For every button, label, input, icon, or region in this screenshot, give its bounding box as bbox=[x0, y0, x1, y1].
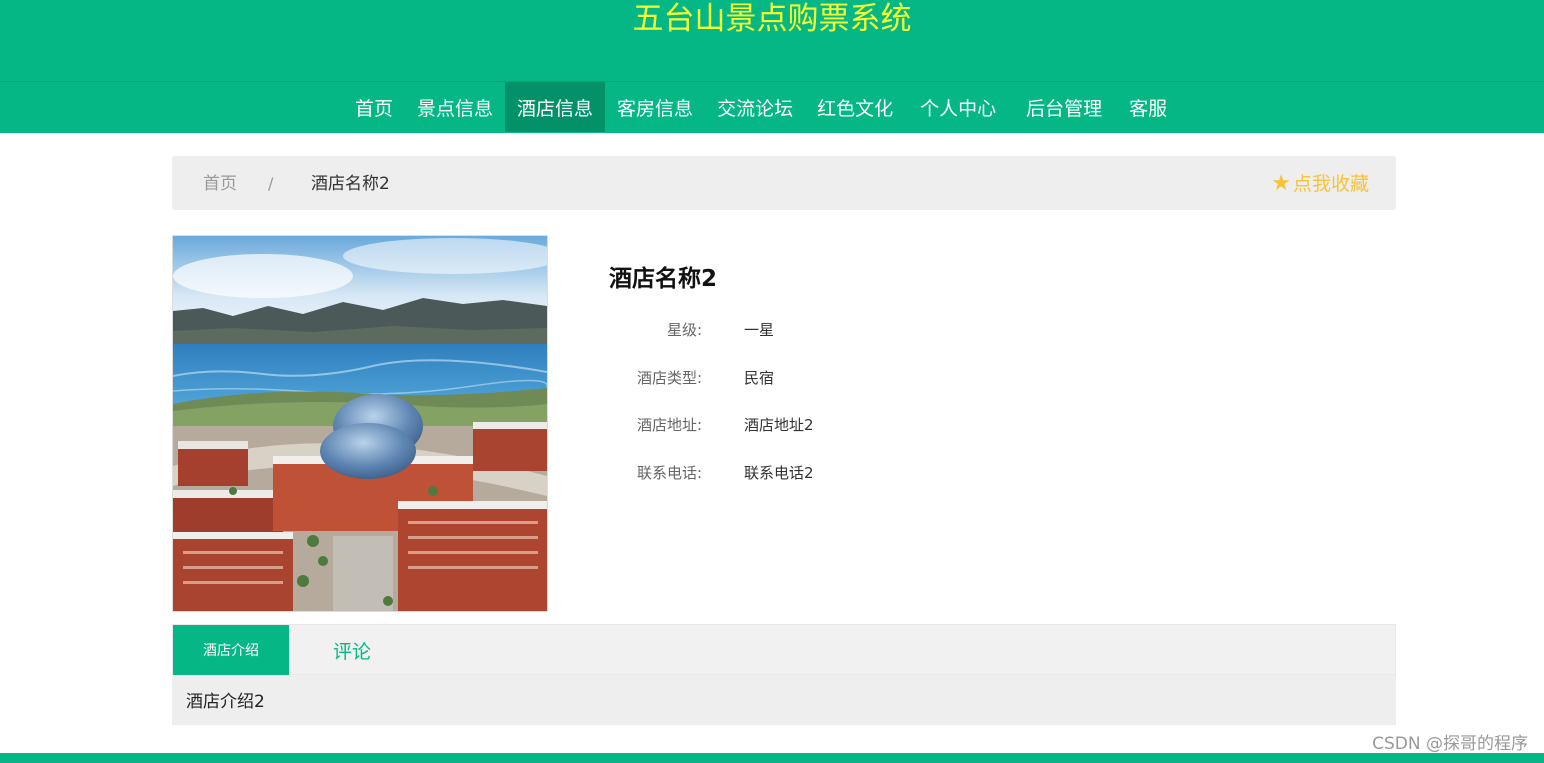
favorite-button[interactable]: ★ 点我收藏 bbox=[1271, 156, 1369, 212]
nav-list: 首页 景点信息 酒店信息 客房信息 交流论坛 红色文化 个人中心 后台管理 客服 bbox=[343, 82, 1179, 133]
hotel-photo bbox=[172, 235, 548, 612]
info-row-phone: 联系电话: 联系电话2 bbox=[600, 461, 1000, 485]
info-row-type: 酒店类型: 民宿 bbox=[600, 366, 1000, 390]
hotel-type-label: 酒店类型: bbox=[636, 369, 702, 387]
detail-tabs: 酒店介绍 评论 bbox=[172, 624, 1396, 675]
tab-comments[interactable]: 评论 bbox=[321, 625, 383, 675]
nav-item-customer-service[interactable]: 客服 bbox=[1117, 82, 1179, 132]
tab-hotel-intro[interactable]: 酒店介绍 bbox=[173, 625, 289, 675]
star-icon: ★ bbox=[1271, 171, 1291, 196]
breadcrumb-home-link[interactable]: 首页 bbox=[203, 156, 237, 212]
main-nav: 首页 景点信息 酒店信息 客房信息 交流论坛 红色文化 个人中心 后台管理 客服 bbox=[0, 81, 1544, 133]
hotel-address-value: 酒店地址2 bbox=[744, 416, 814, 434]
breadcrumb-separator: / bbox=[268, 174, 274, 193]
tab-content-hotel-intro: 酒店介绍2 bbox=[172, 675, 1396, 725]
hotel-type-value: 民宿 bbox=[744, 369, 775, 387]
watermark: CSDN @探哥的程序 bbox=[1372, 734, 1528, 754]
nav-item-forum[interactable]: 交流论坛 bbox=[705, 82, 805, 132]
site-header: 五台山景点购票系统 bbox=[0, 0, 1544, 81]
info-row-address: 酒店地址: 酒店地址2 bbox=[600, 413, 1000, 437]
nav-item-rooms[interactable]: 客房信息 bbox=[605, 82, 705, 132]
breadcrumb: 首页 / 酒店名称2 ★ 点我收藏 bbox=[172, 156, 1396, 210]
info-row-star: 星级: 一星 bbox=[600, 318, 1000, 342]
footer-bar bbox=[0, 753, 1544, 763]
hotel-address-label: 酒店地址: bbox=[636, 416, 702, 434]
nav-item-admin[interactable]: 后台管理 bbox=[1011, 82, 1117, 132]
phone-value: 联系电话2 bbox=[744, 464, 814, 482]
favorite-label: 点我收藏 bbox=[1292, 173, 1369, 195]
site-title: 五台山景点购票系统 bbox=[632, 1, 912, 37]
hotel-name-heading: 酒店名称2 bbox=[609, 266, 718, 292]
star-level-label: 星级: bbox=[666, 321, 702, 339]
phone-label: 联系电话: bbox=[636, 464, 702, 482]
nav-item-attractions[interactable]: 景点信息 bbox=[405, 82, 505, 132]
breadcrumb-current: 酒店名称2 bbox=[311, 174, 390, 194]
nav-item-hotels[interactable]: 酒店信息 bbox=[505, 82, 606, 132]
nav-item-red-culture[interactable]: 红色文化 bbox=[805, 82, 905, 132]
nav-item-home[interactable]: 首页 bbox=[343, 82, 405, 132]
nav-item-personal-center[interactable]: 个人中心 bbox=[905, 82, 1011, 132]
star-level-value: 一星 bbox=[744, 321, 775, 339]
